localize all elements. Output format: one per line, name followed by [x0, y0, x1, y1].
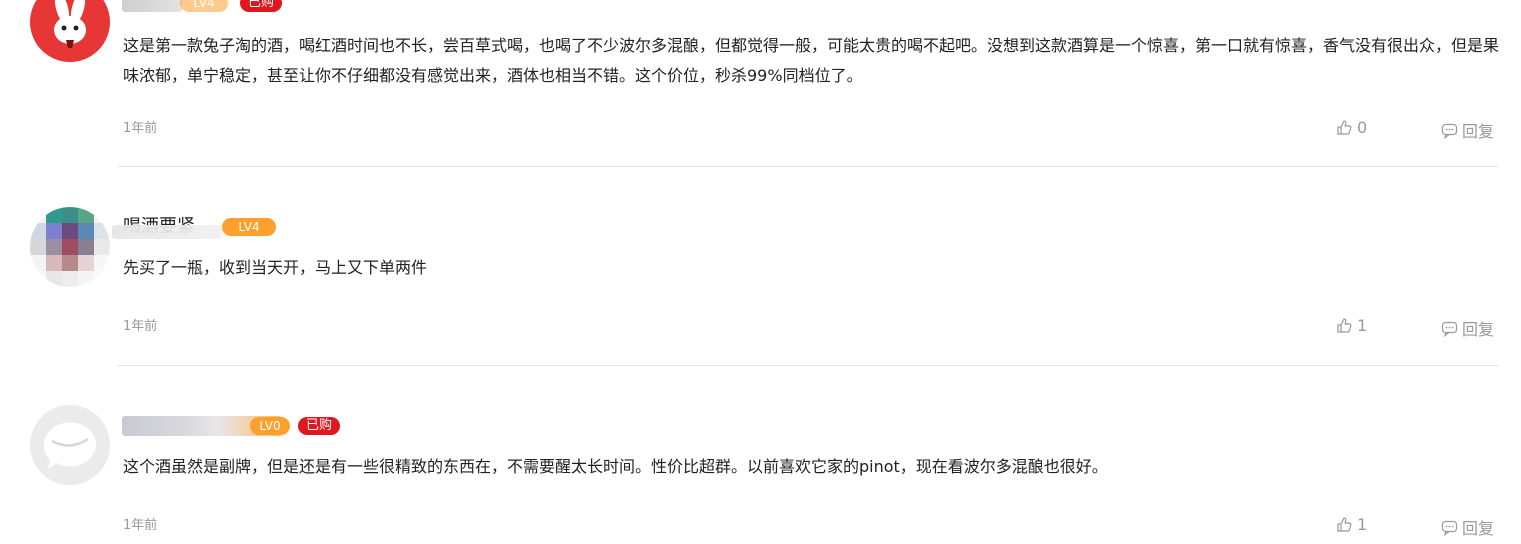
comment-time: 1年前 [123, 121, 158, 136]
reply-label: 回复 [1462, 519, 1495, 538]
reply-button[interactable]: 回复 [1441, 316, 1494, 340]
comment-content: 这个酒虽然是副牌，但是还是有一些很精致的东西在，不需要醒太长时间。性价比超群。以… [123, 457, 1108, 476]
reply-button[interactable]: 回复 [1441, 118, 1494, 142]
avatar[interactable] [30, 207, 110, 287]
comment-time: 1年前 [123, 319, 158, 334]
thumb-up-icon [1336, 317, 1353, 334]
thumb-up-icon [1336, 119, 1353, 136]
like-count: 1 [1357, 316, 1368, 335]
chat-bubble-icon [1441, 320, 1458, 337]
bought-badge: 已购 [298, 417, 341, 435]
comment-content: 这是第一款兔子淘的酒，喝红酒时间也不长，尝百草式喝，也喝了不少波尔多混酿，但都觉… [123, 36, 1500, 85]
rabbit-logo-icon [54, 0, 86, 48]
like-button[interactable]: 1 [1336, 515, 1367, 534]
reply-button[interactable]: 回复 [1441, 515, 1494, 539]
avatar[interactable] [30, 0, 110, 62]
reply-label: 回复 [1462, 320, 1495, 339]
chat-bubble-icon [1441, 519, 1458, 536]
level-badge: LV4 [222, 218, 276, 236]
like-button[interactable]: 1 [1336, 316, 1367, 335]
username-blur-overlay [112, 225, 222, 239]
comment-divider [118, 166, 1498, 167]
level-badge: LV0 [250, 417, 290, 435]
like-count: 1 [1357, 515, 1368, 534]
bought-badge: 已购 [240, 0, 283, 12]
comment-content: 先买了一瓶，收到当天开，马上又下单两件 [123, 258, 428, 277]
avatar[interactable] [30, 405, 110, 485]
default-avatar-icon [30, 405, 110, 485]
username-blurred[interactable] [122, 0, 182, 12]
chat-bubble-icon [1441, 122, 1458, 139]
like-count: 0 [1357, 118, 1368, 137]
reply-label: 回复 [1462, 122, 1495, 141]
comment-time: 1年前 [123, 518, 158, 533]
thumb-up-icon [1336, 516, 1353, 533]
level-badge: LV4 [180, 0, 228, 12]
like-button[interactable]: 0 [1336, 118, 1367, 137]
comment-divider [118, 365, 1498, 366]
